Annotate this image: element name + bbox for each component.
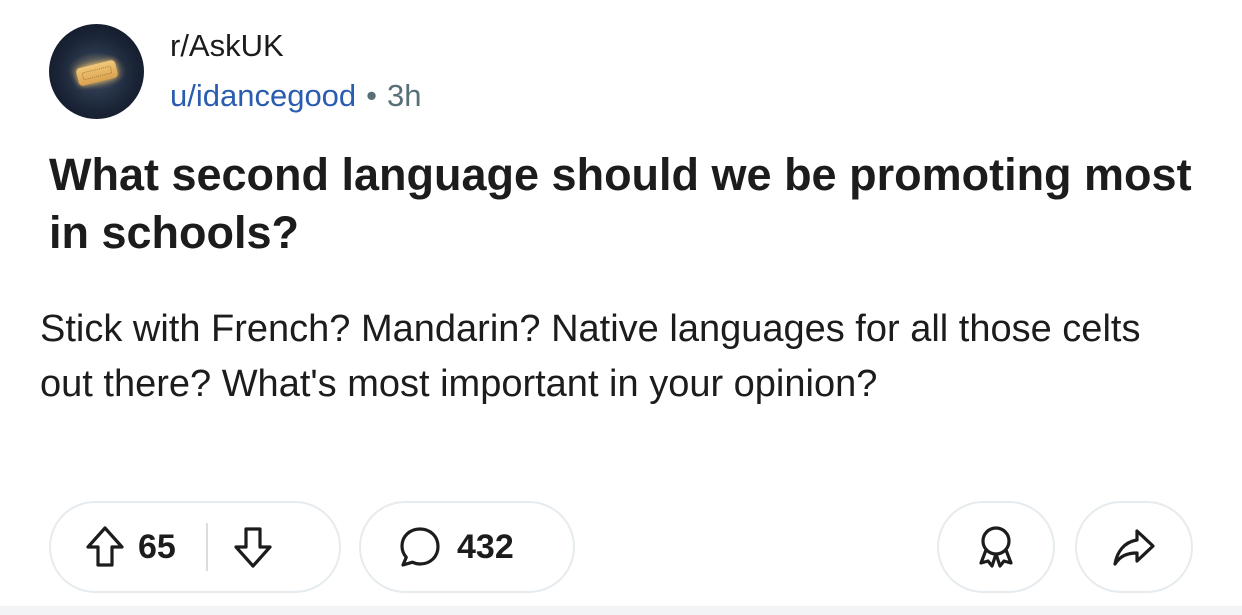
arrow-down-icon[interactable] [232, 524, 274, 570]
subreddit-avatar[interactable] [49, 24, 144, 119]
award-icon [973, 523, 1019, 571]
share-icon [1111, 525, 1157, 569]
post-time: 3h [387, 78, 422, 113]
post-title[interactable]: What second language should we be promot… [49, 146, 1199, 262]
subreddit-name[interactable]: r/AskUK [170, 28, 284, 64]
vote-control: 65 [49, 501, 341, 593]
author-link[interactable]: u/idancegood [170, 78, 356, 113]
meta-separator: • [366, 78, 378, 113]
post-card: r/AskUK u/idancegood • 3h What second lang… [0, 0, 1242, 615]
post-meta: u/idancegood • 3h [170, 78, 422, 114]
comment-count: 432 [457, 528, 514, 566]
arrow-up-icon[interactable] [84, 524, 126, 570]
bottom-divider [0, 606, 1242, 615]
comments-button[interactable]: 432 [359, 501, 575, 593]
comment-bubble-icon [397, 524, 443, 570]
share-button[interactable] [1075, 501, 1193, 593]
vote-divider [205, 523, 208, 571]
vote-count: 65 [138, 528, 176, 566]
post-body[interactable]: Stick with French? Mandarin? Native lang… [40, 302, 1180, 412]
award-button[interactable] [937, 501, 1055, 593]
